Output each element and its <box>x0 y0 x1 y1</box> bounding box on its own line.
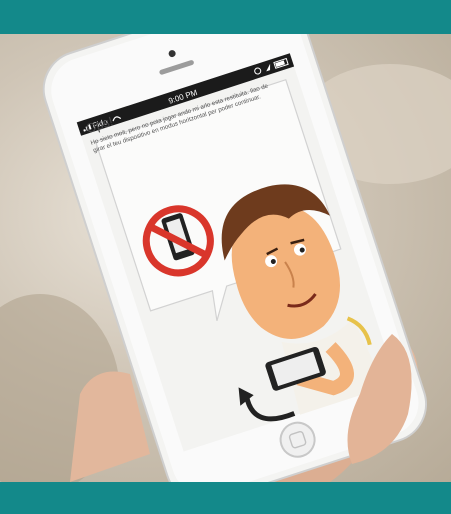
bottom-teal-band <box>0 482 451 514</box>
top-teal-band <box>0 0 451 34</box>
